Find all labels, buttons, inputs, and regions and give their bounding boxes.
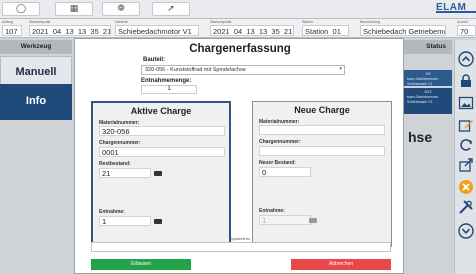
background-heading: hse bbox=[408, 129, 433, 145]
image-icon bbox=[458, 96, 473, 109]
lock-button[interactable] bbox=[457, 72, 474, 89]
new-material-field[interactable] bbox=[259, 125, 385, 135]
keyboard-icon[interactable] bbox=[154, 171, 162, 176]
new-charge-field[interactable] bbox=[259, 146, 385, 156]
info-startzeit-2: Startzeitpunkt 2021_04_13_13_35_21 bbox=[210, 20, 294, 36]
neuer-bestand-label: Neuer Bestand: bbox=[259, 160, 296, 166]
pointer-icon: ➚ bbox=[167, 3, 175, 14]
image-button[interactable] bbox=[457, 94, 474, 111]
lock-icon bbox=[460, 73, 471, 87]
entnahmemenge-value: 1 bbox=[141, 85, 197, 94]
arrow-up-circle-icon bbox=[457, 50, 474, 67]
info-startzeit: Startzeitpunkt 2021_04_13_13_35_21 bbox=[29, 20, 111, 36]
panel-title: Neue Charge bbox=[294, 105, 350, 115]
new-entnahme-field: 1 bbox=[259, 215, 311, 225]
refresh-button[interactable] bbox=[457, 136, 474, 153]
info-station: Station Station_01 bbox=[300, 19, 349, 38]
charge-dialog: Chargenerfassung Bauteil: 320-056 - Kuns… bbox=[74, 38, 404, 274]
calendar-button[interactable]: ▦ bbox=[55, 2, 93, 16]
info-variante: Variante Schiebedachmotor V1 bbox=[113, 19, 199, 38]
refresh-icon bbox=[459, 138, 472, 151]
active-charge-field[interactable]: 0001 bbox=[99, 147, 225, 157]
new-charge-panel: Neue Charge Materialnummer: Chargennumme… bbox=[252, 101, 392, 247]
entnahmemenge-label: Entnahmemenge: bbox=[141, 78, 192, 84]
edit-icon bbox=[458, 119, 473, 132]
sidebar-header: Werkzeug bbox=[0, 40, 72, 54]
restbestand-label: Restbestand: bbox=[99, 161, 131, 167]
export-button[interactable] bbox=[457, 156, 474, 173]
erfassen-button[interactable]: Erfassen bbox=[91, 259, 191, 270]
calendar-icon: ▦ bbox=[69, 3, 79, 14]
delete-button[interactable] bbox=[457, 178, 474, 195]
pointer-button[interactable]: ➚ bbox=[152, 2, 190, 16]
status-header: Status bbox=[404, 40, 452, 54]
info-anzahl: Anzahl 70 bbox=[455, 19, 476, 38]
tools-button[interactable] bbox=[457, 198, 474, 215]
edit-button[interactable] bbox=[457, 116, 474, 133]
status-row: 3/3 bach-Getriebemotor Schiebedach V1 bbox=[404, 70, 452, 86]
charge-label: Chargennummer: bbox=[259, 139, 301, 145]
entnahme-label: Entnahme: bbox=[99, 209, 125, 215]
close-circle-icon bbox=[458, 179, 473, 194]
company-logo: ELAM bbox=[436, 2, 476, 16]
scroll-up-button[interactable] bbox=[457, 50, 474, 67]
status-row: 6/13 bach-Getriebemotor Schiebedach V1 bbox=[404, 88, 452, 114]
top-toolbar: ◯ ▦ ❁ ➚ ELAM bbox=[0, 0, 476, 19]
scroll-down-button[interactable] bbox=[457, 222, 474, 239]
abbrechen-button[interactable]: Abbrechen bbox=[291, 259, 391, 270]
chevron-down-icon: ▾ bbox=[339, 66, 342, 72]
bauteil-selected-value: 320-056 - Kunststoffrad mit Spindelachse bbox=[145, 67, 246, 73]
bauteil-select[interactable]: 320-056 - Kunststoffrad mit Spindelachse… bbox=[141, 65, 345, 75]
bauteil-label: Bauteil: bbox=[143, 57, 166, 63]
keyboard-icon bbox=[309, 218, 317, 223]
restbestand-field[interactable]: 21 bbox=[99, 168, 151, 178]
systeminfo-label: Systeminfo bbox=[230, 236, 250, 241]
settings-icon: ❁ bbox=[117, 3, 125, 14]
panel-title: Aktive Charge bbox=[130, 106, 192, 116]
export-icon bbox=[458, 157, 473, 172]
home-button[interactable]: ◯ bbox=[2, 2, 40, 16]
sidebar-item-info[interactable]: Info bbox=[0, 84, 72, 120]
home-icon: ◯ bbox=[15, 3, 27, 14]
entnahme-label: Entnahme: bbox=[259, 208, 285, 214]
keyboard-icon[interactable] bbox=[154, 219, 162, 224]
arrow-down-circle-icon bbox=[457, 222, 474, 239]
dialog-title: Chargenerfassung bbox=[189, 43, 291, 55]
charge-label: Chargennummer: bbox=[99, 140, 141, 146]
info-auftrag: Auftrag 107 bbox=[0, 19, 22, 38]
active-entnahme-field[interactable]: 1 bbox=[99, 216, 151, 226]
settings-button[interactable]: ❁ bbox=[102, 2, 140, 16]
order-info-bar: Auftrag 107 Startzeitpunkt 2021_04_13_13… bbox=[0, 19, 476, 38]
info-bezeichnung: Bezeichnung Schiebedach Getriebemotor V1 bbox=[358, 19, 446, 38]
active-material-field[interactable]: 320-056 bbox=[99, 126, 225, 136]
neuer-bestand-field[interactable]: 0 bbox=[259, 167, 311, 177]
tools-icon bbox=[458, 199, 473, 214]
active-charge-panel: Aktive Charge Materialnummer: 320-056 Ch… bbox=[91, 101, 231, 247]
systeminfo-field bbox=[91, 242, 391, 252]
